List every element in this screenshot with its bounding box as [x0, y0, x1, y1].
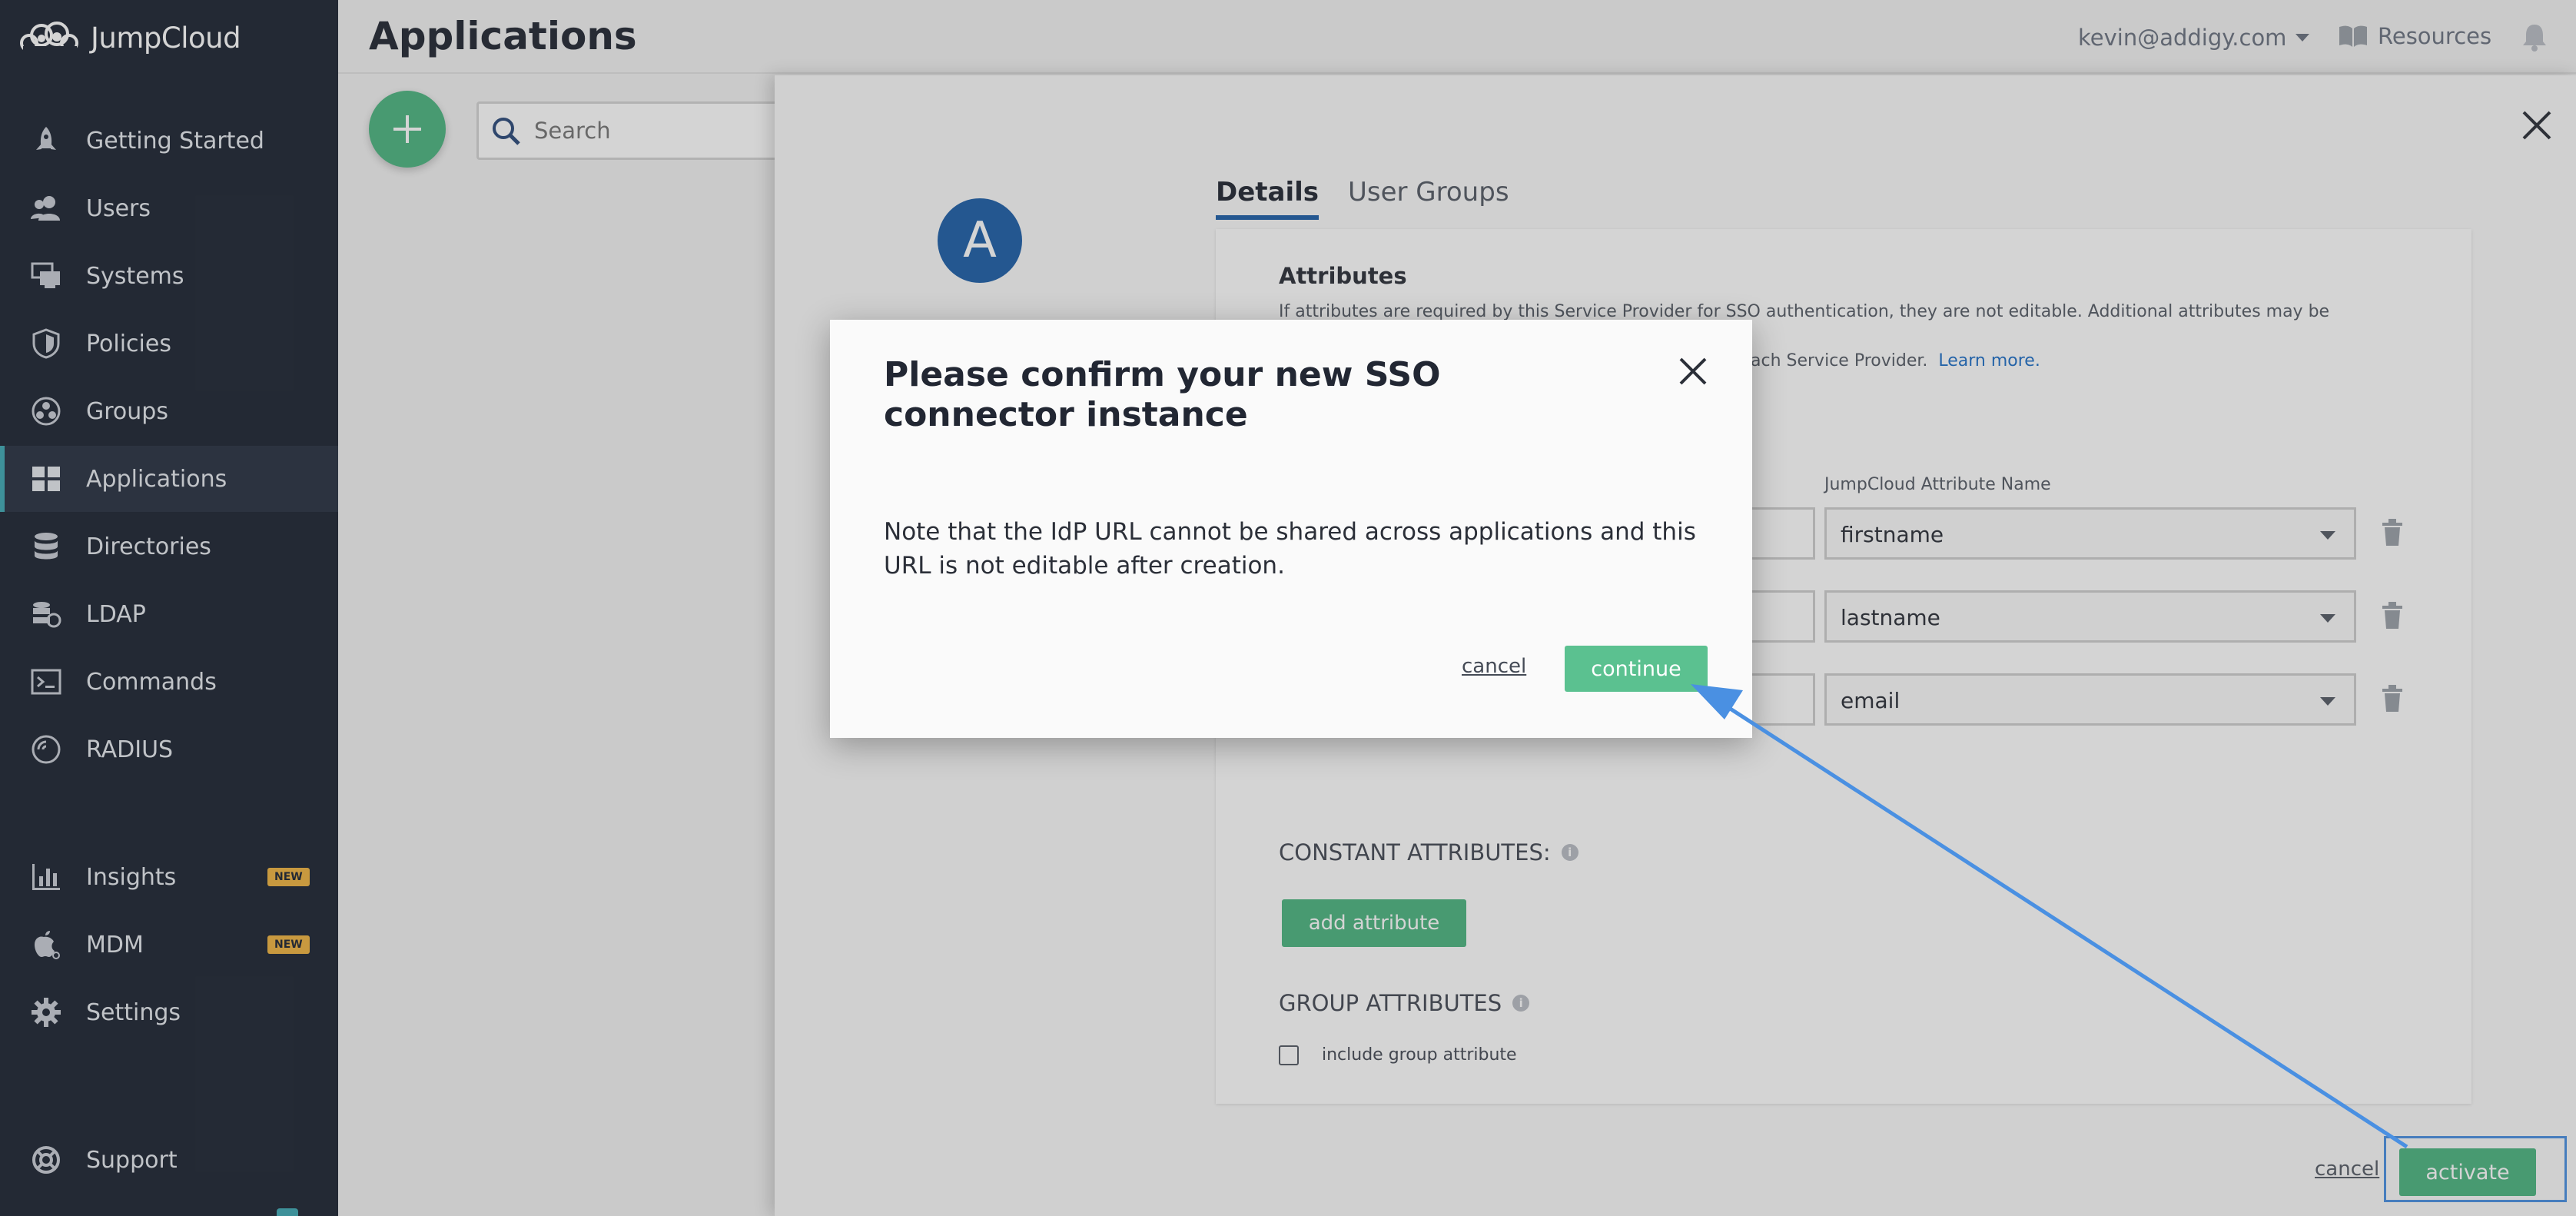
modal-cancel-link[interactable]: cancel — [1462, 655, 1526, 678]
confirm-sso-modal: Please confirm your new SSO connector in… — [830, 320, 1752, 738]
close-icon[interactable] — [1675, 354, 1711, 389]
continue-button[interactable]: continue — [1565, 646, 1708, 692]
modal-body: Note that the IdP URL cannot be shared a… — [884, 518, 1696, 580]
modal-title: Please confirm your new SSO connector in… — [884, 355, 1441, 434]
